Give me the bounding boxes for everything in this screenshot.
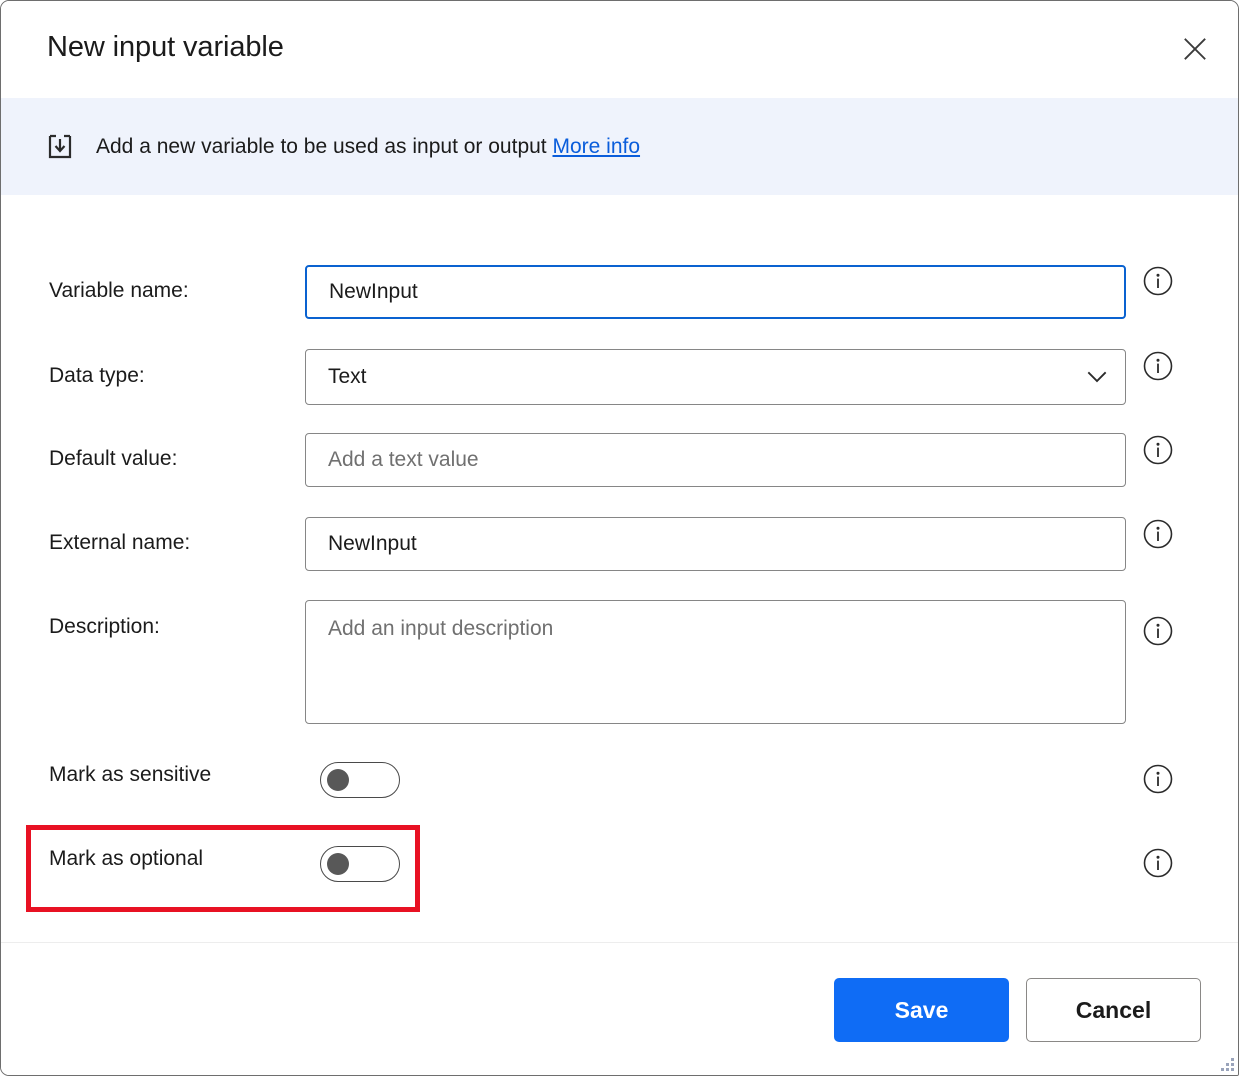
form-area: Variable name: Data type: Text (1, 195, 1238, 942)
variable-name-label: Variable name: (49, 279, 189, 302)
more-info-link[interactable]: More info (552, 135, 640, 158)
new-input-variable-dialog: New input variable Add a new variable to… (0, 0, 1239, 1076)
dialog-footer: Save Cancel (1, 942, 1238, 1075)
toggle-knob (327, 769, 349, 791)
data-type-select[interactable]: Text (305, 349, 1126, 405)
toggle-knob (327, 853, 349, 875)
mark-as-optional-toggle[interactable] (320, 846, 400, 882)
data-type-info-icon[interactable] (1142, 350, 1174, 382)
mark-as-sensitive-label: Mark as sensitive (49, 763, 212, 786)
variable-name-info-icon[interactable] (1142, 265, 1174, 297)
info-banner: Add a new variable to be used as input o… (1, 98, 1238, 195)
description-info-icon[interactable] (1142, 615, 1174, 647)
close-button[interactable] (1172, 27, 1218, 71)
page-title: New input variable (47, 31, 284, 63)
banner-message: Add a new variable to be used as input o… (96, 134, 547, 158)
data-type-label: Data type: (49, 364, 145, 387)
mark-as-optional-label: Mark as optional (49, 847, 204, 870)
input-variable-icon (45, 132, 75, 162)
default-value-label: Default value: (49, 447, 178, 470)
mark-as-optional-info-icon[interactable] (1142, 847, 1174, 879)
chevron-down-icon (1086, 366, 1108, 388)
external-name-input[interactable] (305, 517, 1126, 571)
mark-as-sensitive-toggle[interactable] (320, 762, 400, 798)
save-button[interactable]: Save (834, 978, 1009, 1042)
cancel-button[interactable]: Cancel (1026, 978, 1201, 1042)
close-icon (1182, 36, 1208, 62)
banner-text-container: Add a new variable to be used as input o… (96, 135, 640, 159)
dialog-titlebar: New input variable (1, 1, 1238, 97)
variable-name-input[interactable] (305, 265, 1126, 319)
external-name-label: External name: (49, 531, 191, 554)
default-value-input[interactable] (305, 433, 1126, 487)
resize-grip[interactable] (1218, 1055, 1234, 1071)
default-value-info-icon[interactable] (1142, 434, 1174, 466)
external-name-info-icon[interactable] (1142, 518, 1174, 550)
description-label: Description: (49, 615, 160, 638)
mark-as-sensitive-info-icon[interactable] (1142, 763, 1174, 795)
description-textarea[interactable] (305, 600, 1126, 724)
data-type-value: Text (328, 365, 367, 388)
